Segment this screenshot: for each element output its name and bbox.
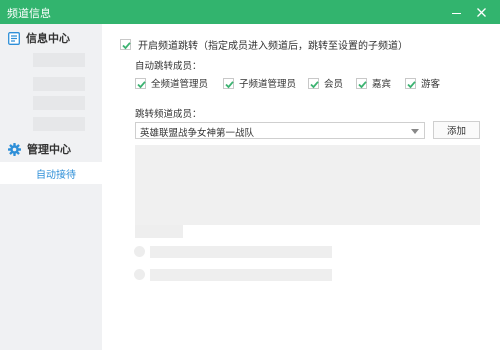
checkbox[interactable] [120,38,131,50]
checkbox[interactable] [356,77,367,89]
loading-placeholder [135,225,183,238]
sidebar-section-label: 信息中心 [26,32,70,45]
minimize-button[interactable] [444,0,468,24]
check-icon [310,80,319,88]
role-label: 会员 [324,79,344,90]
auto-jump-members-label: 自动跳转成员： [135,61,202,72]
sidebar-placeholder-item[interactable] [33,96,85,110]
role-checkbox-sub-channel-admin[interactable]: 子频道管理员 [223,76,296,90]
check-icon [407,80,416,88]
check-icon [137,80,146,88]
sidebar-placeholder-item[interactable] [33,53,85,67]
sidebar-item-auto-reception[interactable]: 自动接待 [0,162,102,184]
sidebar-section-label: 管理中心 [27,143,71,156]
check-icon [225,80,234,88]
sidebar: 信息中心 管理中心 自动接待 [0,24,102,350]
minimize-icon [451,12,461,15]
enable-jump-checkbox[interactable]: 开启频道跳转（指定成员进入频道后，跳转至设置的子频道） [120,37,408,52]
loading-placeholder-line [150,246,332,258]
role-checkbox-all-channel-admin[interactable]: 全频道管理员 [135,76,208,90]
sidebar-placeholder-item[interactable] [33,77,85,91]
loading-placeholder-dot [134,246,145,257]
title-bar: 频道信息 [0,0,500,24]
channel-select[interactable]: 英雄联盟战争女神第一战队 [135,122,425,139]
gear-icon [8,142,21,156]
add-button[interactable]: 添加 [433,121,480,139]
window-title: 频道信息 [7,7,51,20]
document-icon [8,31,20,45]
checkbox[interactable] [308,77,319,89]
role-checkbox-visitor[interactable]: 游客 [405,76,440,90]
loading-placeholder-line [150,269,332,281]
checkbox[interactable] [135,77,146,89]
role-label: 游客 [421,79,441,90]
sidebar-section-manage-center[interactable]: 管理中心 [8,141,71,157]
role-label: 子频道管理员 [239,79,297,90]
role-checkbox-guest[interactable]: 嘉宾 [356,76,391,90]
sidebar-item-label: 自动接待 [36,170,76,181]
role-label: 嘉宾 [372,79,392,90]
sidebar-section-info-center[interactable]: 信息中心 [8,30,70,46]
jump-channel-members-label: 跳转频道成员： [135,109,202,120]
channel-select-value: 英雄联盟战争女神第一战队 [140,128,255,139]
sidebar-placeholder-item[interactable] [33,117,85,131]
check-icon [122,41,131,49]
loading-placeholder-dot [134,269,145,280]
role-label: 全频道管理员 [151,79,209,90]
chevron-down-icon [411,129,419,134]
enable-jump-label: 开启频道跳转（指定成员进入频道后，跳转至设置的子频道） [138,40,408,52]
checkbox[interactable] [405,77,416,89]
members-list-area [135,145,480,225]
main-panel: 开启频道跳转（指定成员进入频道后，跳转至设置的子频道） 自动跳转成员： 全频道管… [102,24,500,350]
role-checkbox-member[interactable]: 会员 [308,76,343,90]
check-icon [358,80,367,88]
close-button[interactable] [469,0,493,24]
close-icon [476,7,486,17]
checkbox[interactable] [223,77,234,89]
